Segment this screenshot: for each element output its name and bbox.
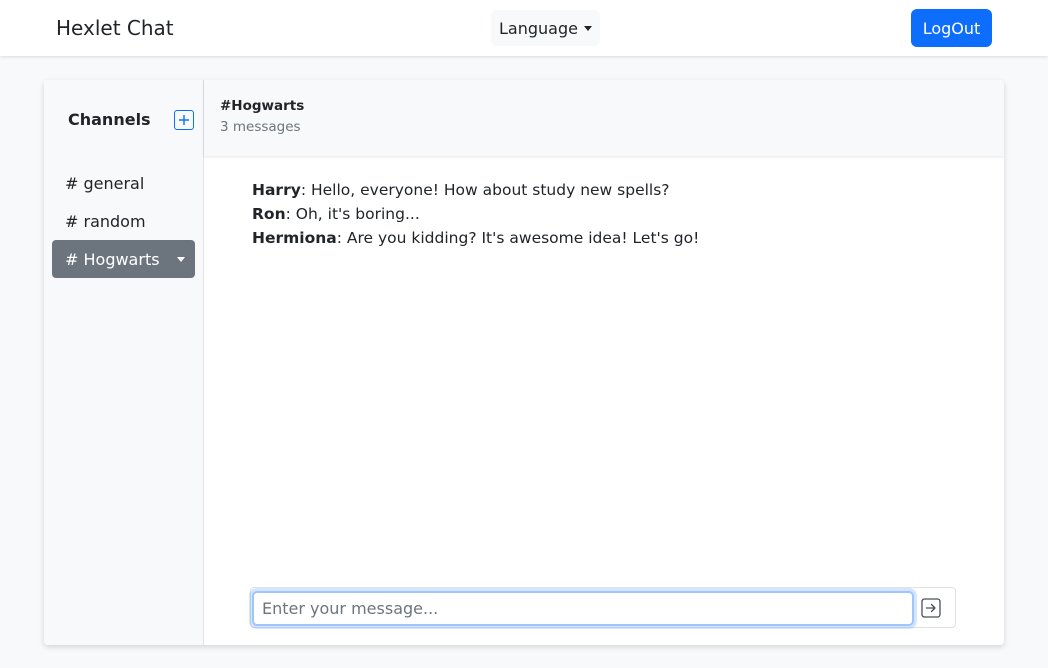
- channels-title: Channels: [68, 110, 151, 129]
- language-label: Language: [499, 18, 578, 38]
- message-count: 3 messages: [220, 119, 301, 135]
- chat-header: #Hogwarts 3 messages: [204, 80, 1004, 156]
- arrow-right-square-icon: [921, 598, 941, 618]
- channel-label: # general: [65, 173, 145, 193]
- channel-title: #Hogwarts: [220, 98, 305, 114]
- plus-square-icon: [179, 115, 189, 125]
- message-text: : Hello, everyone! How about study new s…: [300, 181, 670, 199]
- message-form: [250, 587, 956, 628]
- navbar: Hexlet Chat Language LogOut: [0, 0, 1048, 56]
- brand-link[interactable]: Hexlet Chat: [56, 14, 174, 42]
- add-channel-button[interactable]: [174, 110, 194, 130]
- logout-button[interactable]: LogOut: [911, 9, 992, 47]
- message-text: : Are you kidding? It's awesome idea! Le…: [336, 229, 700, 247]
- caret-down-icon: [583, 25, 592, 31]
- message-item: Ron: Oh, it's boring...: [252, 202, 952, 226]
- message-author: Harry: [252, 181, 301, 199]
- message-input[interactable]: [252, 591, 914, 626]
- channel-item-general[interactable]: # general: [52, 164, 195, 202]
- language-dropdown-button[interactable]: Language: [491, 10, 600, 46]
- message-item: Harry: Hello, everyone! How about study …: [252, 178, 952, 202]
- channel-label: # random: [65, 211, 146, 231]
- message-text: : Oh, it's boring...: [285, 205, 420, 223]
- message-item: Hermiona: Are you kidding? It's awesome …: [252, 226, 952, 250]
- channel-label: # Hogwarts: [65, 249, 160, 269]
- send-button[interactable]: [921, 598, 941, 618]
- message-author: Hermiona: [252, 229, 337, 247]
- channel-list: # general # random # Hogwarts: [52, 164, 195, 278]
- messages-box: Harry: Hello, everyone! How about study …: [252, 178, 952, 250]
- channels-sidebar: Channels # general # random # Hogwarts: [44, 80, 204, 645]
- message-author: Ron: [252, 205, 286, 223]
- channel-item-random[interactable]: # random: [52, 202, 195, 240]
- channel-menu-caret-icon[interactable]: [177, 256, 185, 262]
- chat-card: Channels # general # random # Hogwarts #…: [44, 80, 1004, 645]
- channel-item-hogwarts[interactable]: # Hogwarts: [52, 240, 195, 278]
